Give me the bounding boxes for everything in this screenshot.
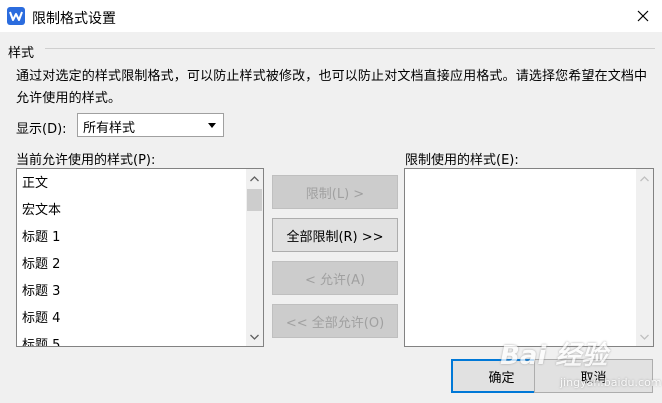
allowed-styles-label: 当前允许使用的样式(P): bbox=[16, 153, 156, 168]
display-label: 显示(D): bbox=[16, 122, 67, 137]
group-label: 样式 bbox=[8, 46, 35, 61]
list-item[interactable]: 宏文本 bbox=[22, 197, 61, 224]
description-text: 通过对选定的样式限制格式，可以防止样式被修改，也可以防止对文档直接应用格式。请选… bbox=[16, 69, 648, 106]
window-title: 限制格式设置 bbox=[32, 11, 116, 27]
close-icon[interactable] bbox=[624, 0, 662, 32]
scroll-up-icon[interactable] bbox=[246, 170, 263, 187]
scrollbar-thumb[interactable] bbox=[247, 189, 262, 211]
list-item[interactable]: 正文 bbox=[22, 170, 48, 197]
allow-all-button[interactable]: << 全部允许(O) bbox=[272, 304, 398, 338]
allow-button[interactable]: < 允许(A) bbox=[272, 261, 398, 295]
restrict-button[interactable]: 限制(L) > bbox=[272, 175, 398, 209]
list-item[interactable]: 标题 1 bbox=[22, 224, 60, 251]
list-item[interactable]: 标题 2 bbox=[22, 251, 60, 278]
list-item[interactable]: 标题 5 bbox=[22, 332, 60, 346]
watermark-logo: Bai 经验 bbox=[500, 341, 608, 371]
vertical-scrollbar bbox=[636, 169, 653, 346]
scroll-up-icon bbox=[636, 170, 653, 187]
scroll-down-icon[interactable] bbox=[246, 328, 263, 345]
wps-writer-icon bbox=[7, 7, 25, 25]
group-divider bbox=[45, 48, 655, 49]
list-item[interactable]: 标题 3 bbox=[22, 278, 60, 305]
chevron-down-icon bbox=[208, 123, 216, 128]
vertical-scrollbar[interactable] bbox=[246, 169, 263, 346]
display-dropdown[interactable]: 所有样式 bbox=[77, 113, 224, 137]
restricted-styles-list[interactable] bbox=[404, 168, 654, 347]
allowed-styles-list[interactable]: 正文 宏文本 标题 1 标题 2 标题 3 标题 4 标题 5 bbox=[16, 168, 264, 347]
list-item[interactable]: 标题 4 bbox=[22, 305, 60, 332]
title-bar: 限制格式设置 bbox=[0, 0, 662, 32]
display-dropdown-value: 所有样式 bbox=[83, 121, 136, 136]
restricted-styles-label: 限制使用的样式(E): bbox=[405, 153, 519, 168]
watermark-url: jingyan.baidu.com bbox=[560, 376, 662, 389]
scroll-down-icon bbox=[636, 328, 653, 345]
restrict-all-button[interactable]: 全部限制(R) >> bbox=[272, 218, 398, 252]
